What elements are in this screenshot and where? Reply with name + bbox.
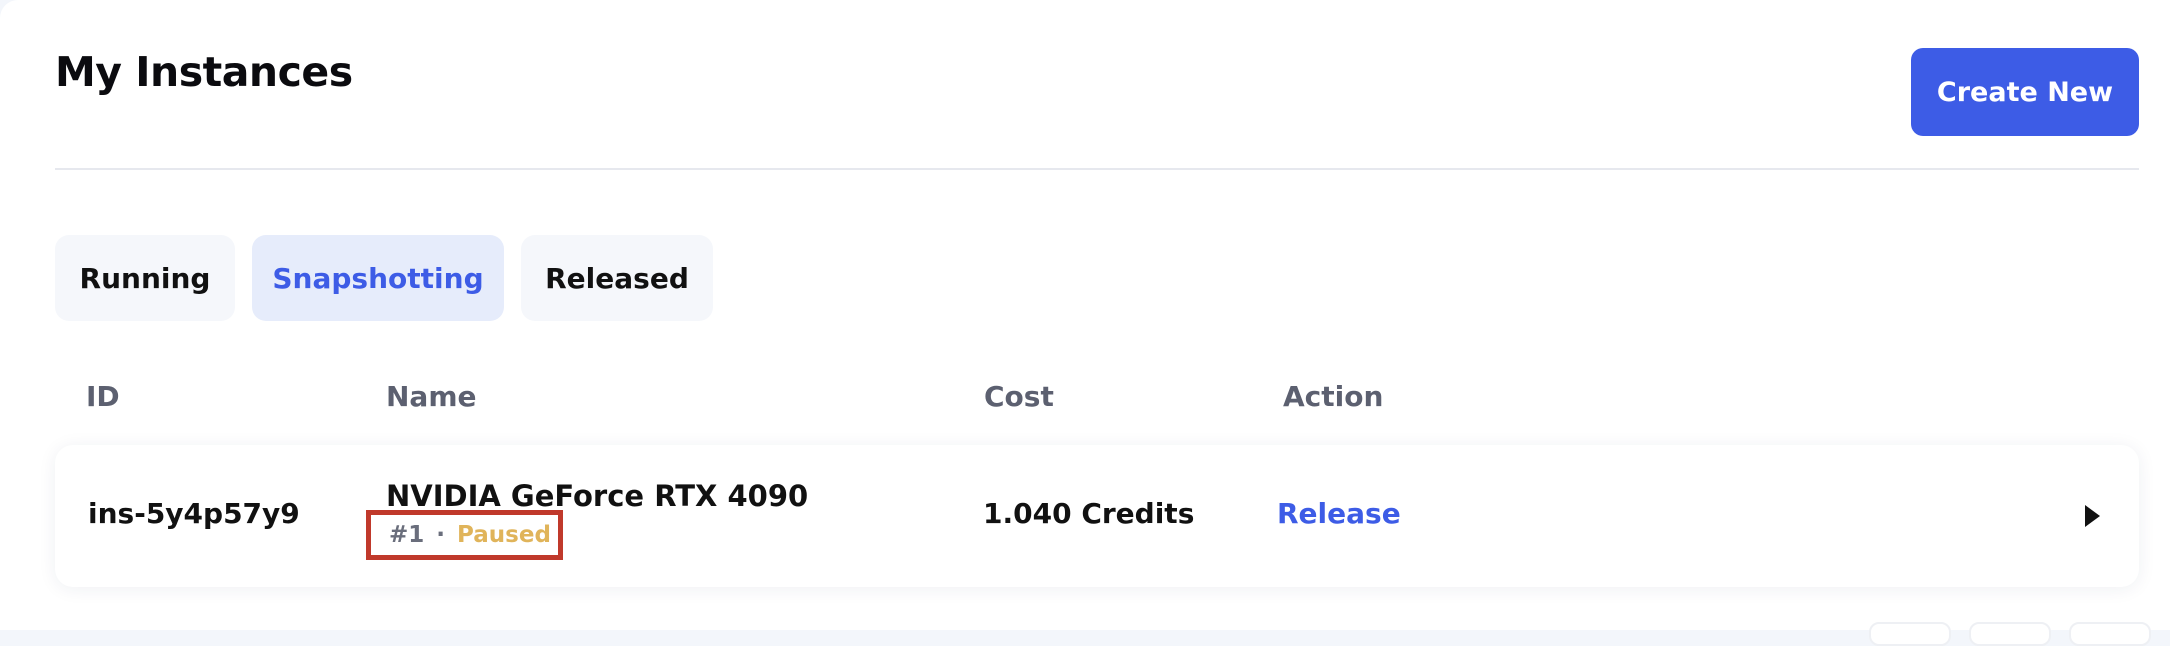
column-header-name: Name (386, 380, 477, 413)
pagination-button[interactable] (1969, 622, 2051, 646)
header-divider (55, 168, 2139, 170)
instance-status-line: #1 · Paused (366, 510, 563, 560)
caret-right-icon[interactable] (2082, 503, 2102, 529)
instance-cost: 1.040 Credits (983, 497, 1195, 530)
status-tabs: Running Snapshotting Released (55, 235, 713, 321)
instances-panel: My Instances Create New Running Snapshot… (0, 0, 2170, 646)
column-header-action: Action (1283, 380, 1384, 413)
pagination-button[interactable] (1869, 622, 1951, 646)
column-header-cost: Cost (984, 380, 1054, 413)
tab-snapshotting[interactable]: Snapshotting (252, 235, 504, 321)
release-link[interactable]: Release (1277, 497, 1401, 530)
instance-id: ins-5y4p57y9 (88, 497, 300, 530)
column-header-id: ID (86, 380, 120, 413)
instance-index: #1 (389, 522, 425, 548)
tab-running[interactable]: Running (55, 235, 235, 321)
separator-dot: · (436, 522, 446, 548)
status-badge: Paused (457, 522, 551, 548)
tab-released[interactable]: Released (521, 235, 713, 321)
instance-name: NVIDIA GeForce RTX 4090 (386, 479, 809, 513)
pagination-button[interactable] (2069, 622, 2151, 646)
create-new-button[interactable]: Create New (1911, 48, 2139, 136)
page-title: My Instances (55, 48, 353, 96)
